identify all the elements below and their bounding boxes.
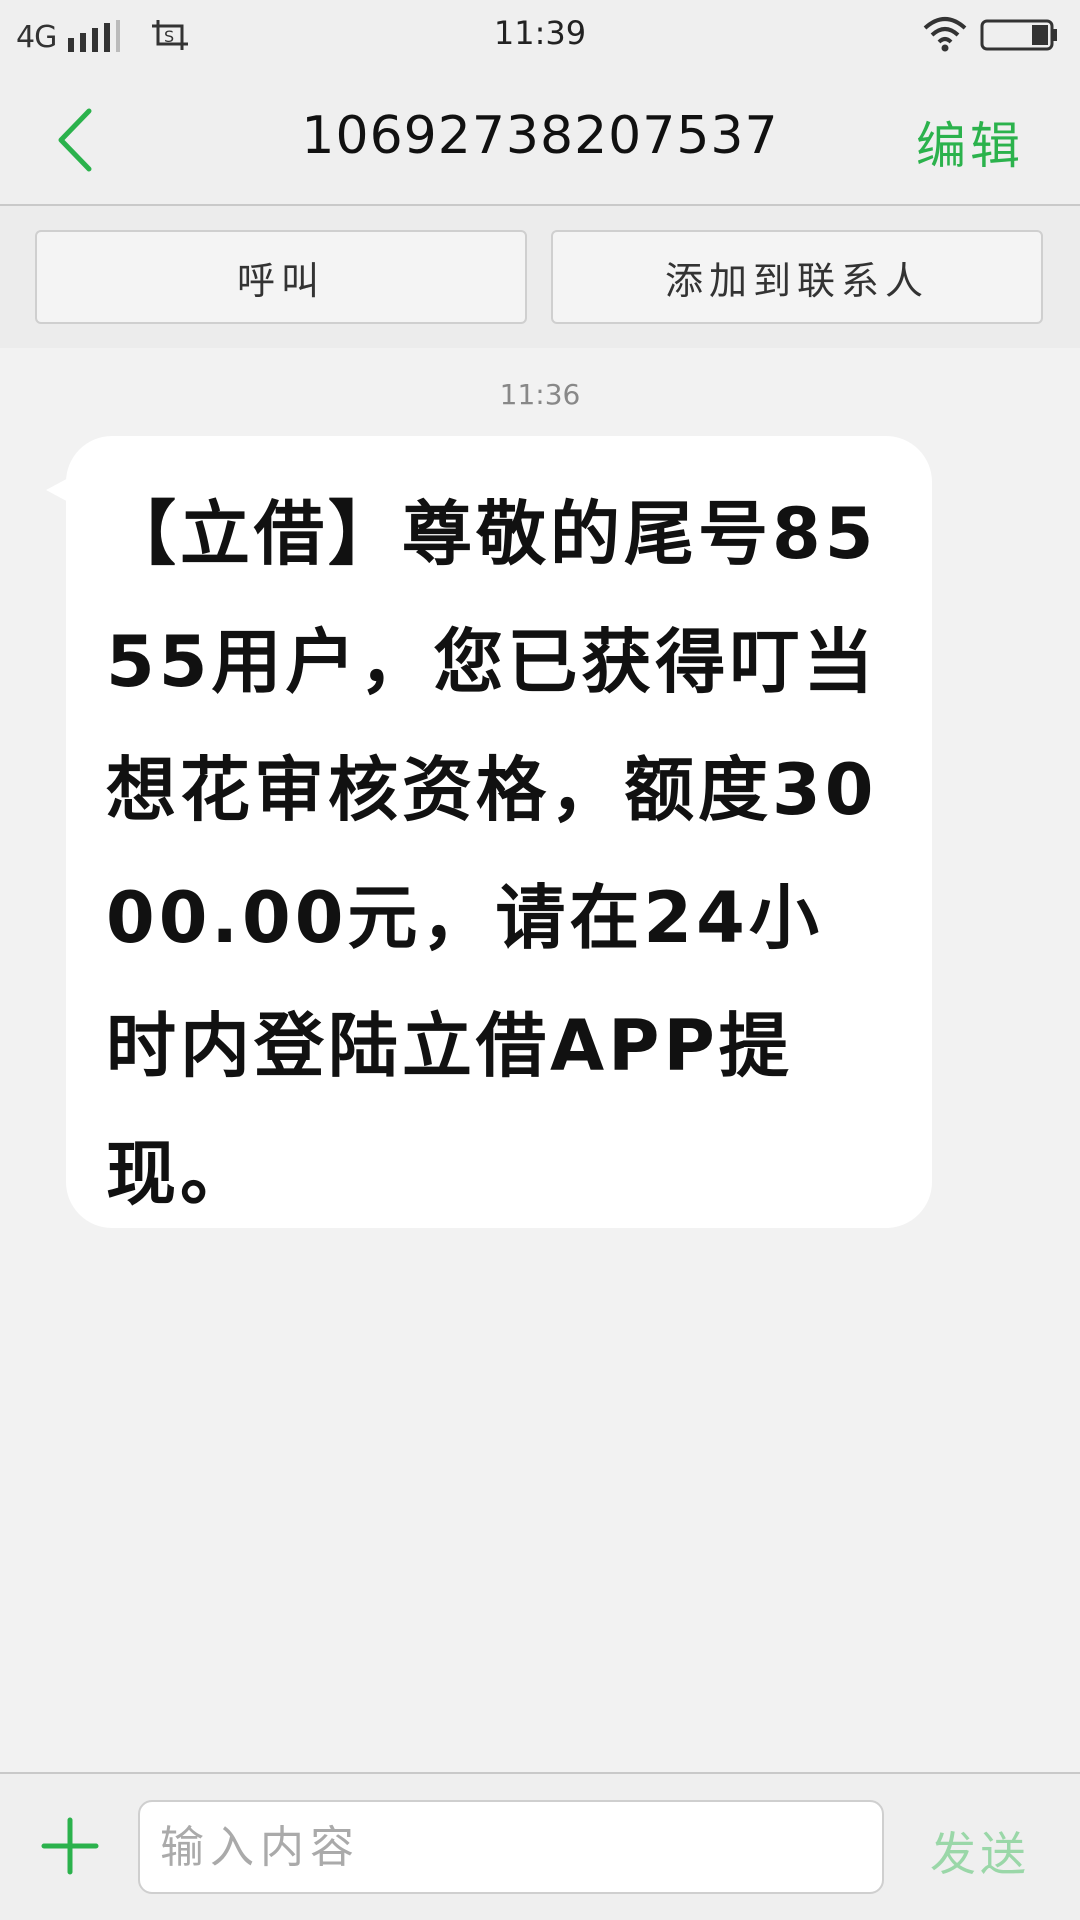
incoming-message-bubble[interactable]: 【立借】尊敬的尾号8555用户，您已获得叮当想花审核资格，额度3000.00元，… (46, 436, 932, 1228)
message-input[interactable] (138, 1800, 884, 1894)
plus-icon[interactable] (38, 1814, 102, 1878)
conversation-header: 10692738207537 编辑 (0, 72, 1080, 206)
edit-button[interactable]: 编辑 (916, 106, 1024, 178)
send-button[interactable]: 发送 (930, 1818, 1030, 1884)
wifi-icon (923, 17, 967, 52)
add-to-contacts-button[interactable]: 添加到联系人 (551, 230, 1043, 324)
contact-action-row: 呼叫 添加到联系人 (0, 206, 1080, 348)
bubble-tail (46, 476, 72, 504)
battery-icon (980, 19, 1057, 51)
clock: 11:39 (493, 14, 587, 52)
message-list[interactable]: 11:36 【立借】尊敬的尾号8555用户，您已获得叮当想花审核资格，额度300… (0, 348, 1080, 1772)
call-button[interactable]: 呼叫 (35, 230, 527, 324)
sms-conversation-screen: 4G S 11:39 10692738207537 编辑 呼叫 添加到联系人 1… (0, 0, 1080, 1920)
message-text: 【立借】尊敬的尾号8555用户，您已获得叮当想花审核资格，额度3000.00元，… (106, 493, 878, 1215)
status-bar: 4G S 11:39 (0, 0, 1080, 72)
compose-bar: 发送 (0, 1772, 1080, 1920)
message-timestamp: 11:36 (499, 378, 581, 411)
